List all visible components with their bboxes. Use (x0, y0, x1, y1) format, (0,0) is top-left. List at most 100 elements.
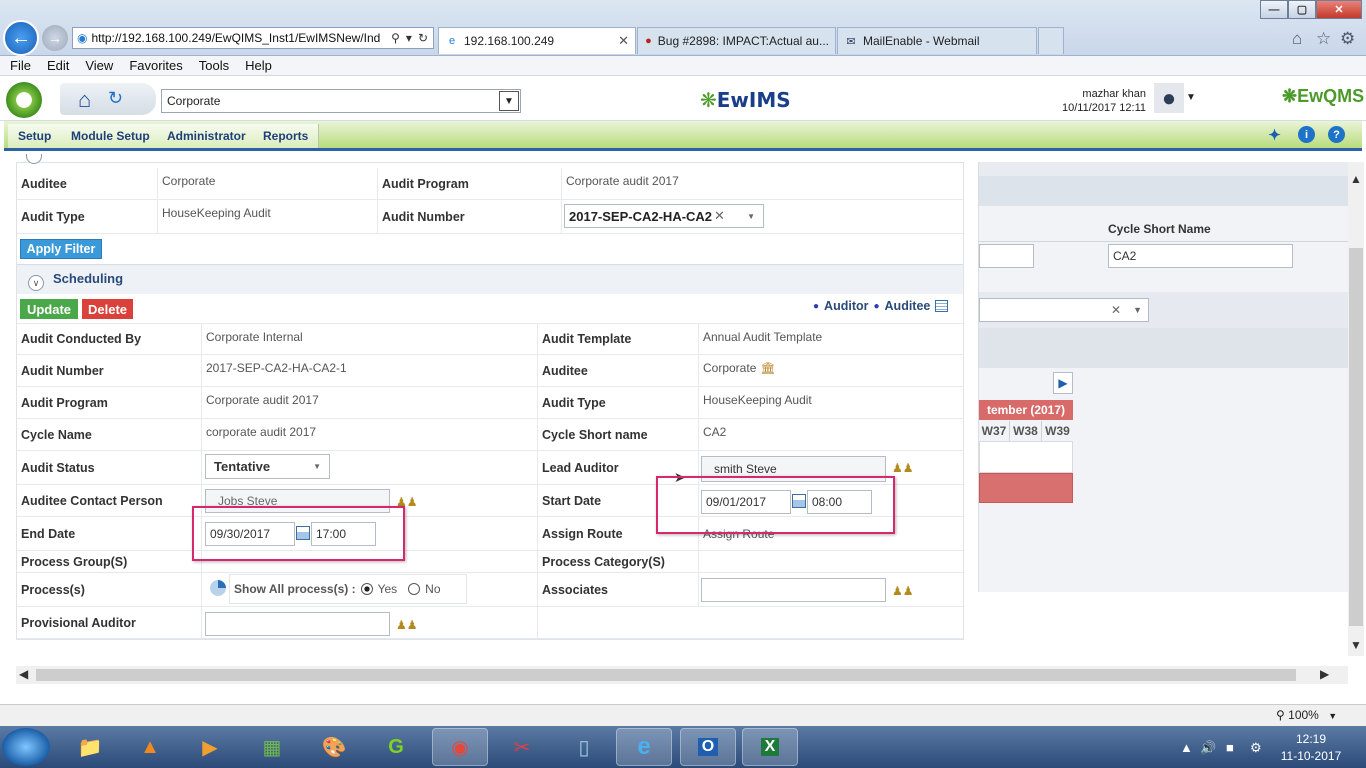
star-icon[interactable]: ☆ (1316, 29, 1331, 49)
minimize-button[interactable]: — (1260, 0, 1288, 19)
associates-input[interactable] (701, 578, 886, 602)
action-center-icon[interactable]: ⚙ (1250, 740, 1262, 756)
menu-file[interactable]: File (10, 58, 31, 73)
legend-auditee: Auditee (884, 299, 931, 313)
calendar-next-button[interactable]: ▶ (1053, 372, 1073, 394)
home-icon[interactable]: ⌂ (1292, 29, 1302, 49)
vlc-icon[interactable]: ▲ (122, 728, 178, 766)
avatar[interactable]: ● (1154, 83, 1184, 113)
provisional-auditor-input[interactable] (205, 612, 390, 636)
cycle-name-value: corporate audit 2017 (201, 419, 537, 451)
windows-start-icon[interactable] (2, 728, 50, 766)
cycle-short-name-input[interactable]: CA2 (1108, 244, 1293, 268)
chevron-down-icon[interactable]: ▾ (406, 31, 412, 45)
scroll-up-icon[interactable]: ▲ (1350, 172, 1362, 186)
search-icon[interactable]: ⚲ (391, 31, 400, 45)
process-group-label: Process Group(S) (17, 551, 201, 573)
filter-audit-type-value: HouseKeeping Audit (157, 200, 377, 234)
network-icon[interactable]: ■ (1226, 740, 1234, 755)
back-button[interactable]: ← (3, 20, 39, 56)
help-icon[interactable]: ? (1328, 126, 1345, 143)
horizontal-scroll-thumb[interactable] (36, 669, 1296, 681)
chart-app-icon[interactable]: ▦ (244, 728, 300, 766)
green-app-icon[interactable]: G (368, 728, 424, 766)
forward-button[interactable]: → (42, 25, 68, 51)
audit-status-select[interactable]: Tentative ▼ (205, 454, 330, 479)
chevron-down-icon[interactable]: ▼ (1328, 711, 1337, 721)
gear-icon[interactable]: ⚙ (1340, 29, 1355, 49)
grid-icon[interactable] (935, 300, 949, 312)
snipping-tool-icon[interactable]: ✂ (494, 728, 550, 766)
clear-icon[interactable]: ✕ (714, 208, 725, 224)
tab-192-168-100-249[interactable]: e 192.168.100.249 ✕ (438, 27, 636, 54)
calendar-scheduled-bar[interactable] (979, 473, 1073, 503)
radio-yes[interactable] (360, 583, 373, 595)
start-date-highlight (656, 476, 895, 534)
menu-edit[interactable]: Edit (47, 58, 69, 73)
scroll-left-icon[interactable]: ◀ (19, 667, 28, 681)
nav-setup[interactable]: Setup (8, 124, 63, 148)
cycle-name-input[interactable] (979, 244, 1034, 268)
refresh-icon[interactable]: ↻ (418, 31, 428, 45)
chevron-down-icon[interactable]: ▼ (1133, 305, 1142, 315)
internet-explorer-icon[interactable]: e (616, 728, 672, 766)
media-player-icon[interactable]: ▶ (182, 728, 238, 766)
volume-icon[interactable]: 🔊 (1200, 740, 1216, 756)
chevron-down-icon[interactable]: ▼ (747, 212, 755, 221)
apply-filter-button[interactable]: Apply Filter (20, 239, 102, 259)
notes-app-icon[interactable]: ▯ (556, 728, 612, 766)
file-explorer-icon[interactable]: 📁 (62, 728, 118, 766)
address-bar[interactable]: ◉ http://192.168.100.249/EwQIMS_Inst1/Ew… (72, 27, 434, 49)
zoom-control[interactable]: ⚲ 100% ▼ (1276, 708, 1337, 722)
nav-module-setup[interactable]: Module Setup (61, 124, 161, 148)
info-icon[interactable]: i (1298, 126, 1315, 143)
user-login-time: 10/11/2017 12:11 (1061, 102, 1146, 114)
users-icon[interactable]: ♟♟ (892, 584, 914, 598)
menu-tools[interactable]: Tools (199, 58, 229, 73)
organization-select[interactable]: Corporate ▼ (161, 89, 521, 113)
excel-icon[interactable]: X (742, 728, 798, 766)
scroll-right-icon[interactable]: ▶ (1320, 667, 1329, 681)
filter-auditee-value: Corporate (157, 168, 377, 200)
building-icon[interactable]: 🏛 (760, 361, 775, 375)
paint-icon[interactable]: 🎨 (306, 728, 362, 766)
close-icon[interactable]: ✕ (618, 33, 629, 49)
window-close-button[interactable]: ✕ (1316, 0, 1362, 19)
audit-conducted-by-value: Corporate Internal (201, 323, 537, 355)
pin-icon[interactable]: ✦ (1266, 126, 1283, 144)
tab-mailenable[interactable]: ✉ MailEnable - Webmail (837, 27, 1037, 54)
ewims-logo: ❋EwIMS (700, 88, 791, 112)
radio-no[interactable] (408, 583, 421, 595)
vertical-scroll-thumb[interactable] (1349, 248, 1363, 626)
chevron-down-icon[interactable]: ▼ (499, 91, 519, 111)
outlook-icon[interactable]: O (680, 728, 736, 766)
users-icon[interactable]: ♟♟ (396, 618, 418, 632)
panel-select[interactable]: ✕ ▼ (979, 298, 1149, 322)
new-tab-button[interactable] (1038, 27, 1064, 54)
radio-yes-label: Yes (377, 582, 398, 596)
refresh-icon[interactable]: ↻ (108, 88, 123, 109)
users-icon[interactable]: ♟♟ (892, 461, 914, 475)
delete-button[interactable]: Delete (82, 299, 133, 319)
home-icon[interactable]: ⌂ (78, 87, 91, 113)
tab-bug-2898[interactable]: ● Bug #2898: IMPACT:Actual au... (637, 27, 836, 54)
chevron-down-icon[interactable]: ▼ (1186, 92, 1196, 103)
nav-reports[interactable]: Reports (253, 124, 320, 148)
nav-administrator[interactable]: Administrator (157, 124, 257, 148)
chrome-icon[interactable]: ◉ (432, 728, 488, 766)
chevron-down-icon[interactable]: ▼ (313, 462, 321, 471)
maximize-button[interactable]: ▢ (1288, 0, 1316, 19)
update-button[interactable]: Update (20, 299, 78, 319)
menu-favorites[interactable]: Favorites (129, 58, 182, 73)
audit-number-select[interactable]: 2017-SEP-CA2-HA-CA2 ✕ ▼ (564, 204, 764, 228)
clock-time[interactable]: 12:19 (1276, 732, 1346, 746)
pie-icon[interactable] (210, 580, 226, 596)
clock-date[interactable]: 11-10-2017 (1276, 749, 1346, 763)
clear-icon[interactable]: ✕ (1111, 303, 1121, 317)
tray-expand-icon[interactable]: ▲ (1180, 740, 1193, 755)
menu-help[interactable]: Help (245, 58, 272, 73)
chevron-down-icon[interactable]: ∨ (28, 275, 44, 291)
menu-view[interactable]: View (85, 58, 113, 73)
scroll-down-icon[interactable]: ▼ (1350, 638, 1362, 652)
panel-band (979, 328, 1348, 368)
